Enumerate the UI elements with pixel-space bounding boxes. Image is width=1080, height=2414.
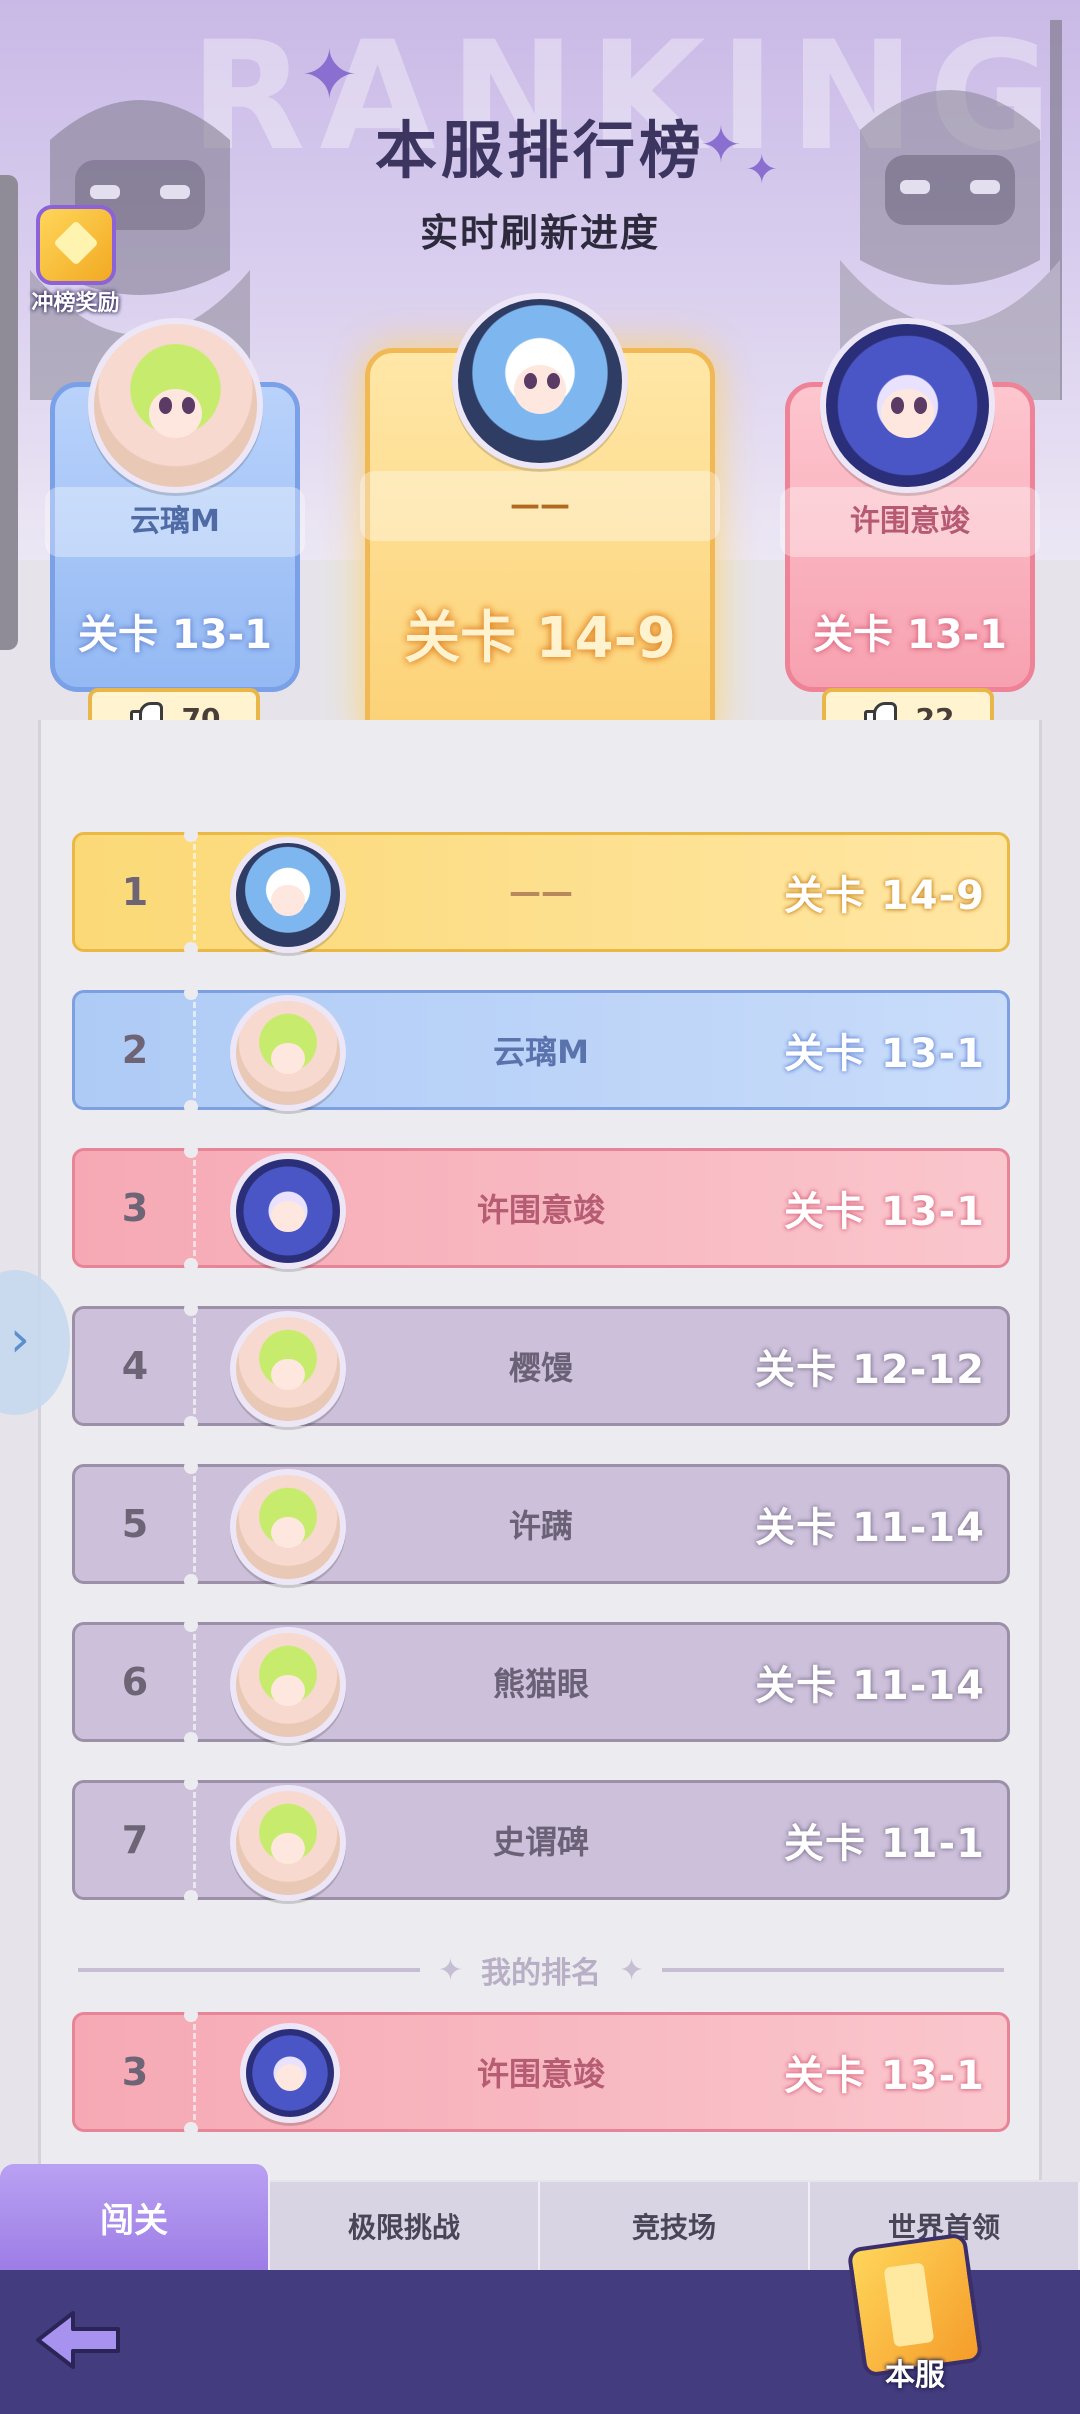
page-subtitle: 实时刷新进度: [419, 211, 660, 255]
rank-number: 2: [121, 1028, 149, 1072]
player-name: 史谓碑: [492, 1823, 589, 1861]
reward-label: 冲榜奖励: [31, 291, 120, 316]
podium-level: 关卡 13-1: [77, 612, 273, 658]
player-level: 关卡 13-1: [783, 2053, 985, 2099]
avatar[interactable]: [240, 2023, 340, 2123]
avatar[interactable]: [230, 1469, 346, 1585]
ranking-row[interactable]: 1 —— 关卡 14-9: [72, 828, 1010, 956]
back-arrow-icon[interactable]: [28, 2305, 128, 2375]
tab-extreme-challenge[interactable]: 极限挑战: [270, 2182, 540, 2270]
player-level: 关卡 14-9: [783, 873, 985, 919]
player-name: 熊猫眼: [492, 1665, 589, 1703]
avatar[interactable]: [230, 1627, 346, 1743]
podium-name: 许围意竣: [780, 487, 1040, 557]
avatar[interactable]: [230, 1785, 346, 1901]
avatar[interactable]: [230, 1311, 346, 1427]
avatar[interactable]: [230, 837, 346, 953]
player-level: 关卡 13-1: [783, 1031, 985, 1077]
player-level: 关卡 13-1: [783, 1189, 985, 1235]
gift-box-icon: [35, 205, 116, 285]
player-level: 关卡 11-14: [755, 1663, 985, 1709]
player-name: 许蹒: [508, 1507, 573, 1545]
diamond-icon: ✦: [437, 1952, 463, 1988]
chevron-right-icon: ›: [10, 1310, 30, 1368]
avatar[interactable]: [230, 995, 346, 1111]
ranking-row[interactable]: 5 许蹒 关卡 11-14: [72, 1460, 1010, 1588]
diamond-icon: ✦: [619, 1952, 645, 1988]
player-name: 樱馒: [508, 1349, 573, 1387]
ranking-row[interactable]: 4 樱馒 关卡 12-12: [72, 1302, 1010, 1430]
player-name: ——: [509, 873, 573, 911]
player-name: 许围意竣: [476, 1191, 605, 1229]
rank-number: 4: [121, 1344, 149, 1388]
avatar[interactable]: [820, 318, 995, 493]
ranking-row[interactable]: 2 云璃M 关卡 13-1: [72, 986, 1010, 1114]
ranking-reward-button[interactable]: 冲榜奖励: [18, 205, 133, 325]
podium-name: ——: [360, 471, 720, 541]
ranking-row[interactable]: 6 熊猫眼 关卡 11-14: [72, 1618, 1010, 1746]
avatar[interactable]: [88, 318, 263, 493]
player-level: 关卡 11-14: [755, 1505, 985, 1551]
rank-number: 5: [121, 1502, 149, 1546]
rank-number: 6: [121, 1660, 149, 1704]
avatar[interactable]: [452, 293, 628, 469]
player-name: 云璃M: [493, 1033, 589, 1071]
my-rank-divider: ✦ 我的排名 ✦: [78, 1950, 1004, 1991]
podium-level: 关卡 13-1: [812, 612, 1008, 658]
page-title: 本服排行榜: [374, 114, 705, 187]
player-name: 许围意竣: [476, 2055, 605, 2093]
server-label: 本服: [885, 2358, 945, 2393]
player-level: 关卡 11-1: [783, 1821, 985, 1867]
tab-arena[interactable]: 竞技场: [540, 2182, 810, 2270]
ranking-row[interactable]: 7 史谓碑 关卡 11-1: [72, 1776, 1010, 1904]
rank-number: 3: [121, 2050, 149, 2094]
side-handle[interactable]: [0, 175, 18, 650]
podium-name: 云璃M: [45, 487, 305, 557]
server-button[interactable]: 本服: [845, 2232, 985, 2414]
ranking-row[interactable]: 3 许围意竣 关卡 13-1: [72, 1144, 1010, 1272]
player-level: 关卡 12-12: [755, 1347, 985, 1393]
tab-stage[interactable]: 闯关: [0, 2164, 270, 2270]
rank-number: 7: [121, 1818, 149, 1862]
rank-number: 3: [121, 1186, 149, 1230]
my-rank-label: 我的排名: [481, 1956, 601, 1991]
my-rank-row[interactable]: 3 许围意竣 关卡 13-1: [72, 2008, 1010, 2136]
podium-level: 关卡 14-9: [404, 606, 676, 671]
rank-number: 1: [121, 870, 149, 914]
avatar[interactable]: [230, 1153, 346, 1269]
